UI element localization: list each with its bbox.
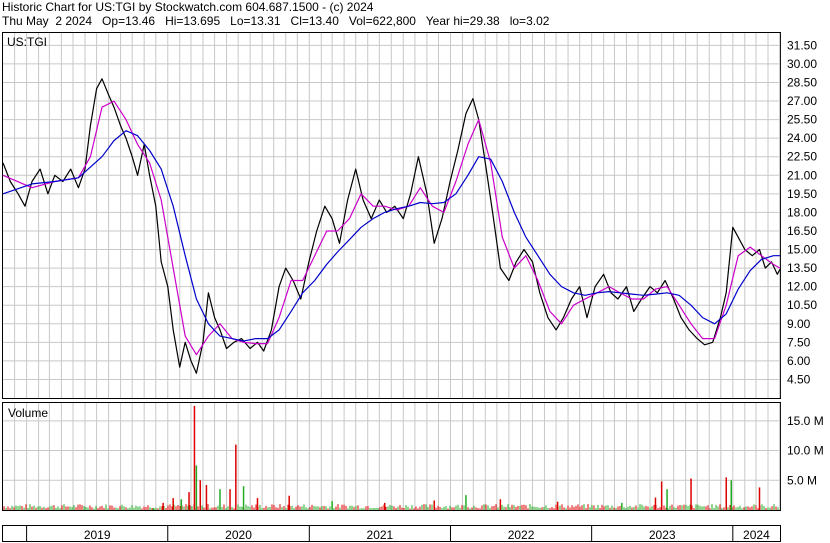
x-tick-label: 2021 [367, 528, 394, 542]
price-y-tick-label: 25.50 [787, 113, 817, 127]
volume-y-ticks: 15.0 M 10.0 M 5.0 M [787, 414, 824, 487]
volume-panel: Volume 15.0 M 10.0 M 5.0 M [2, 402, 824, 511]
symbol-label: US:TGI [7, 35, 47, 49]
price-y-tick-label: 16.50 [787, 224, 817, 238]
price-y-tick-label: 18.00 [787, 205, 817, 219]
price-y-tick-label: 13.50 [787, 261, 817, 275]
x-tick-label: 2019 [84, 528, 111, 542]
price-y-tick-label: 19.50 [787, 187, 817, 201]
x-axis: 2019 2020 2021 2022 2023 2024 [2, 525, 781, 542]
price-y-tick-label: 9.00 [787, 317, 811, 331]
price-y-tick-label: 6.00 [787, 354, 811, 368]
price-y-tick-label: 7.50 [787, 335, 811, 349]
volume-y-tick-label: 10.0 M [787, 444, 824, 458]
price-y-tick-label: 10.50 [787, 298, 817, 312]
x-tick-label: 2024 [743, 528, 770, 542]
volume-y-tick-label: 5.0 M [787, 473, 817, 487]
price-y-tick-label: 22.50 [787, 150, 817, 164]
price-y-ticks: 31.50 30.00 28.50 27.00 25.50 24.00 22.50 21.00… [787, 38, 817, 386]
price-y-tick-label: 27.00 [787, 94, 817, 108]
x-tick-label: 2022 [508, 528, 535, 542]
x-tick-label: 2023 [649, 528, 676, 542]
price-y-tick-label: 21.00 [787, 168, 817, 182]
volume-y-tick-label: 15.0 M [787, 414, 824, 428]
price-y-tick-label: 4.50 [787, 372, 811, 386]
volume-title: Volume [8, 406, 48, 420]
price-y-tick-label: 12.00 [787, 280, 817, 294]
price-y-tick-label: 30.00 [787, 57, 817, 71]
chart-root: Historic Chart for US:TGI by Stockwatch.… [0, 0, 830, 543]
price-panel: US:TGI 31.50 30.00 28.50 27.00 25.50 24.00 22.… [2, 32, 817, 399]
price-y-tick-label: 28.50 [787, 75, 817, 89]
price-volume-chart: US:TGI 31.50 30.00 28.50 27.00 25.50 24.00 22.… [2, 32, 824, 542]
x-tick-label: 2020 [225, 528, 252, 542]
price-y-tick-label: 15.00 [787, 243, 817, 257]
price-y-tick-label: 31.50 [787, 38, 817, 52]
price-y-tick-label: 24.00 [787, 131, 817, 145]
